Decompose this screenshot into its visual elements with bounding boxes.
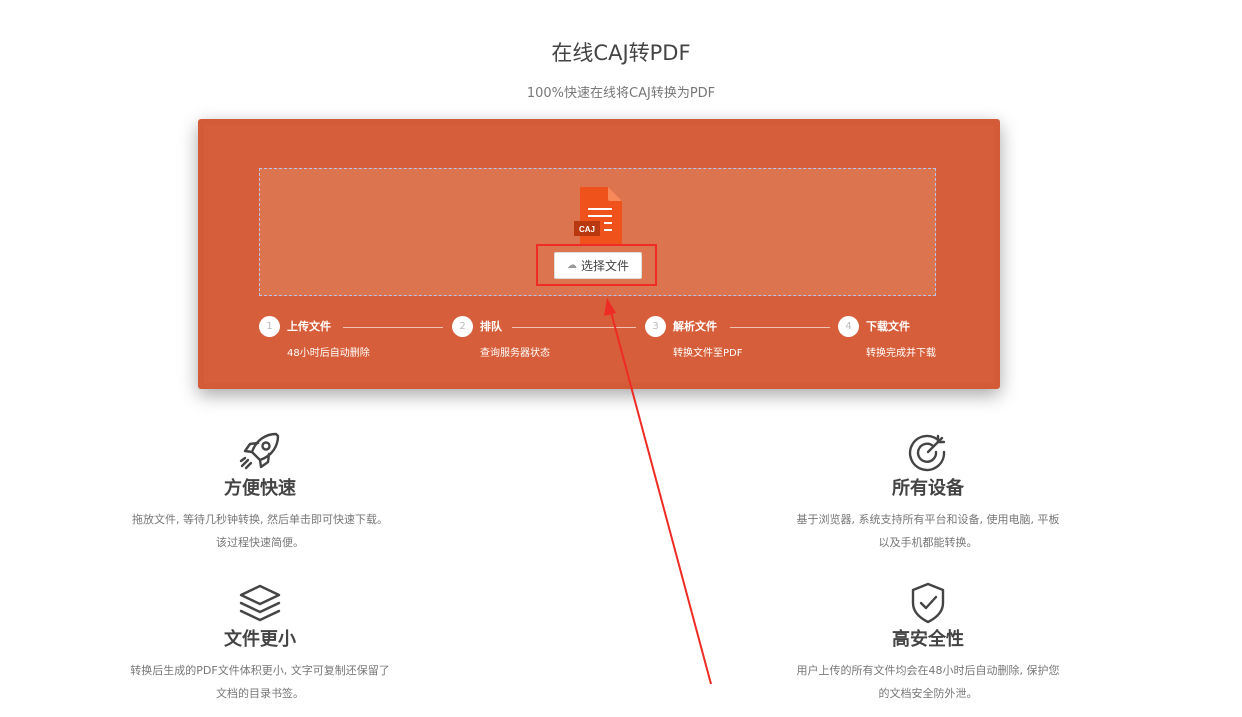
choose-file-label: 选择文件 bbox=[580, 259, 629, 273]
feature-title: 高安全性 bbox=[892, 629, 964, 650]
layers-icon bbox=[239, 584, 281, 622]
choose-file-button[interactable]: ☁ 选择文件 bbox=[554, 252, 642, 279]
step-number: 3 bbox=[645, 316, 666, 337]
page-subtitle: 100%快速在线将CAJ转换为PDF bbox=[526, 86, 716, 101]
target-icon bbox=[908, 434, 946, 472]
step-connector bbox=[343, 327, 443, 328]
feature-desc: 基于浏览器, 系统支持所有平台和设备, 使用电脑, 平板 以及手机都能转换。 bbox=[796, 513, 1060, 549]
step-desc: 查询服务器状态 bbox=[480, 348, 550, 359]
step-number: 1 bbox=[259, 316, 280, 337]
feature-devices: 所有设备 基于浏览器, 系统支持所有平台和设备, 使用电脑, 平板 以及手机都能… bbox=[778, 430, 1078, 554]
feature-desc: 拖放文件, 等待几秒钟转换, 然后单击即可快速下载。 该过程快速简便。 bbox=[132, 513, 388, 549]
step-desc: 转换文件至PDF bbox=[673, 348, 743, 359]
step-label: 上传文件 bbox=[287, 320, 331, 333]
page-title: 在线CAJ转PDF bbox=[551, 41, 691, 65]
step-connector bbox=[730, 327, 830, 328]
feature-security: 高安全性 用户上传的所有文件均会在48小时后自动删除, 保护您 的文档安全防外泄… bbox=[778, 581, 1078, 705]
feature-title: 文件更小 bbox=[224, 629, 296, 650]
feature-desc: 用户上传的所有文件均会在48小时后自动删除, 保护您 的文档安全防外泄。 bbox=[796, 664, 1060, 700]
step-connector bbox=[512, 327, 636, 328]
step-label: 解析文件 bbox=[673, 320, 717, 333]
caj-badge: CAJ bbox=[579, 225, 595, 234]
feature-title: 所有设备 bbox=[892, 478, 964, 499]
step-label: 排队 bbox=[480, 320, 502, 333]
shield-check-icon bbox=[911, 582, 945, 624]
feature-desc: 转换后生成的PDF文件体积更小, 文字可复制还保留了 文档的目录书签。 bbox=[130, 664, 390, 700]
feature-smaller: 文件更小 转换后生成的PDF文件体积更小, 文字可复制还保留了 文档的目录书签。 bbox=[110, 581, 410, 705]
rocket-icon bbox=[239, 432, 280, 470]
caj-file-icon: CAJ bbox=[574, 187, 622, 245]
step-number: 4 bbox=[838, 316, 859, 337]
step-desc: 48小时后自动删除 bbox=[287, 348, 370, 359]
feature-title: 方便快速 bbox=[224, 478, 296, 499]
step-desc: 转换完成并下载 bbox=[866, 348, 936, 359]
step-label: 下载文件 bbox=[866, 320, 910, 333]
cloud-upload-icon: ☁ bbox=[566, 260, 577, 271]
feature-fast: 方便快速 拖放文件, 等待几秒钟转换, 然后单击即可快速下载。 该过程快速简便。 bbox=[110, 430, 410, 554]
step-number: 2 bbox=[452, 316, 473, 337]
